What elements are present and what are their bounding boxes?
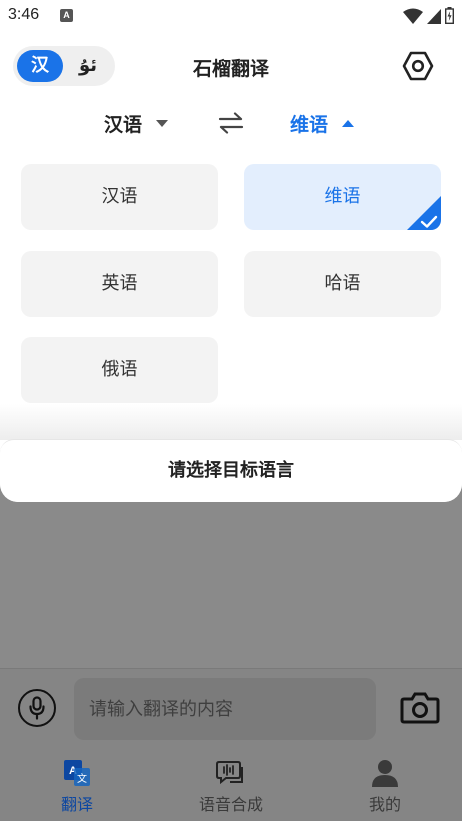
checkmark-corner-icon [407,196,441,230]
swap-arrows-icon [218,112,244,134]
language-option-uyghur[interactable]: 维语 [244,164,441,230]
translation-input-box[interactable] [74,678,376,740]
battery-icon [445,7,454,24]
person-icon [372,760,398,787]
settings-button[interactable] [400,48,436,84]
sheet-footer-label: 请选择目标语言 [0,439,462,502]
settings-hexagon-icon [402,51,434,81]
app-header: 汉 ئۇ 石榴翻译 [0,32,462,102]
status-time: 3:46 [8,6,40,23]
language-picker-sheet: 汉 ئۇ 石榴翻译 汉语 维语 汉语 维语 英语 哈语 俄语 请选择目标语言 [0,32,462,502]
language-option-kazakh[interactable]: 哈语 [244,251,441,317]
caret-up-icon [342,120,355,127]
source-language-dropdown[interactable]: 汉语 [104,110,169,137]
language-option-english[interactable]: 英语 [21,251,218,317]
sheet-divider [0,404,462,440]
wifi-icon [403,8,423,24]
page-title: 石榴翻译 [192,58,269,80]
translation-input[interactable] [74,678,376,740]
camera-icon[interactable] [400,689,440,725]
bottom-area: A 文 翻译 语音合成 我的 [0,668,462,821]
language-option-chinese[interactable]: 汉语 [21,164,218,230]
swap-languages-button[interactable] [216,110,246,136]
signal-icon [427,8,441,24]
target-language-label: 维语 [290,114,329,136]
tab-mine[interactable]: 我的 [308,754,462,821]
tab-voice-synthesis[interactable]: 语音合成 [154,754,308,821]
svg-text:文: 文 [77,772,87,785]
target-language-dropdown[interactable]: 维语 [290,110,355,137]
tab-mine-label: 我的 [368,795,401,814]
notification-icon: A [60,9,73,22]
status-icons [403,7,454,24]
status-bar: 3:46 A [0,0,462,32]
source-language-label: 汉语 [104,114,143,136]
voice-chat-icon [216,761,243,785]
tab-translate-label: 翻译 [60,795,93,814]
microphone-button[interactable] [18,689,56,727]
language-bar: 汉语 维语 [0,102,462,144]
tab-voice-synthesis-label: 语音合成 [198,795,263,814]
language-option-russian[interactable]: 俄语 [21,337,218,403]
caret-down-icon [156,120,169,127]
translate-icon: A 文 [64,760,90,786]
tab-translate[interactable]: A 文 翻译 [0,754,154,821]
microphone-icon [29,696,45,720]
bottom-tab-bar: A 文 翻译 语音合成 我的 [0,754,462,821]
